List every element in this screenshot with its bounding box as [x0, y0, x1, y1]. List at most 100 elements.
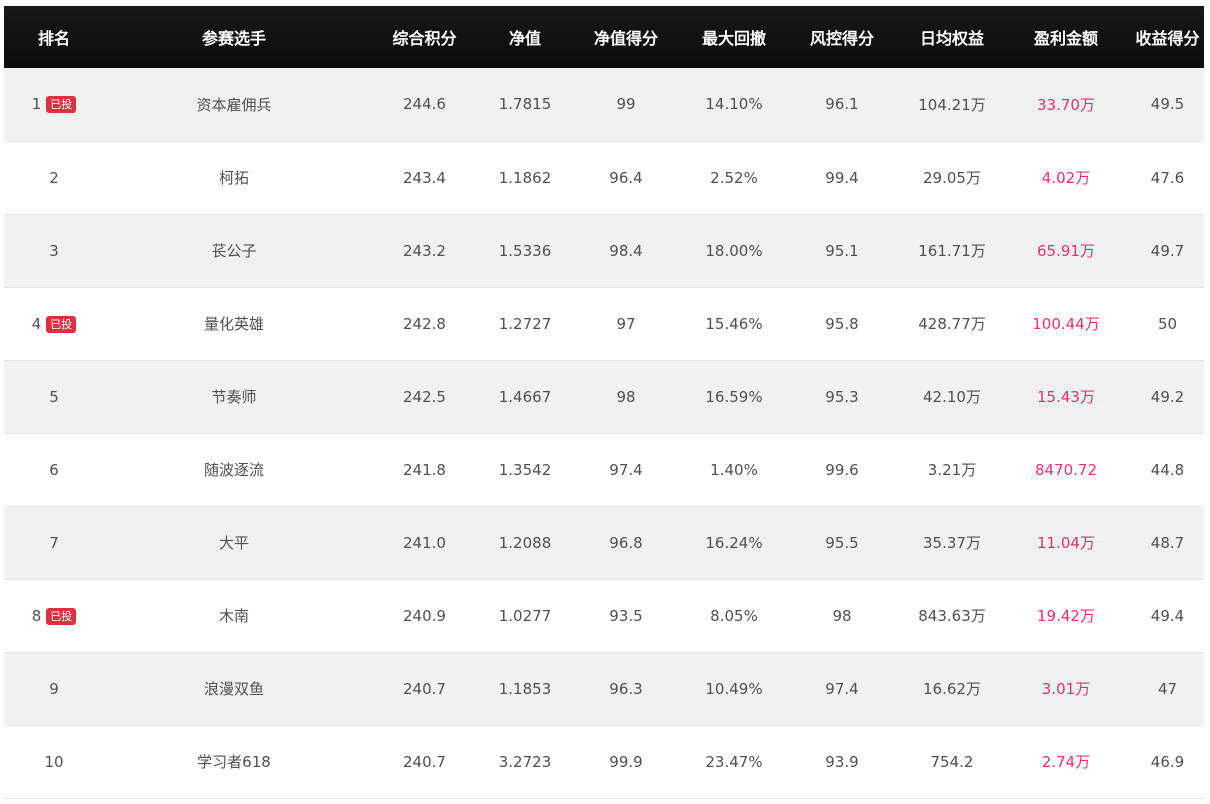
rank-number: 2 — [49, 168, 59, 187]
rank-number: 10 — [44, 752, 64, 771]
player-name-cell[interactable]: 学习者618 — [104, 725, 364, 798]
header-drawdown[interactable]: 最大回撤 — [687, 6, 781, 68]
avg-equity-cell: 3.21万 — [927, 461, 977, 479]
max-drawdown-cell: 23.47% — [705, 752, 763, 771]
nav-value-cell: 1.5336 — [498, 241, 552, 260]
table-row[interactable]: 9 浪漫双鱼 240.7 1.1853 96.3 10.49% 97.4 16.62万 3.01… — [4, 652, 1204, 725]
return-score-cell: 49.4 — [1150, 606, 1185, 625]
ranking-table-container: 排名 参赛选手 综合积分 净值 净值得分 最大回撤 风控得分 日均权益 盈利金额… — [4, 6, 1204, 799]
header-nav-score[interactable]: 净值得分 — [565, 6, 687, 68]
player-name-cell[interactable]: 浪漫双鱼 — [104, 652, 364, 725]
rank-cell: 2 — [4, 141, 104, 214]
max-drawdown-cell: 14.10% — [705, 95, 763, 114]
max-drawdown-cell: 10.49% — [705, 679, 763, 698]
return-score-cell: 47 — [1157, 679, 1178, 698]
nav-value-cell: 1.1853 — [498, 679, 552, 698]
player-name-cell[interactable]: 木南 — [104, 579, 364, 652]
table-row[interactable]: 10 学习者618 240.7 3.2723 99.9 23.47% 93.9 754.2 2.… — [4, 725, 1204, 798]
total-score-cell: 242.5 — [403, 387, 446, 406]
return-score-cell: 49.5 — [1150, 95, 1185, 114]
player-name-cell[interactable]: 随波逐流 — [104, 433, 364, 506]
player-name-cell[interactable]: 柯拓 — [104, 141, 364, 214]
return-score-cell: 46.9 — [1150, 752, 1185, 771]
profit-amount-cell: 2.74万 — [1041, 753, 1091, 771]
header-score[interactable]: 综合积分 — [364, 6, 485, 68]
risk-score-cell: 99.4 — [825, 168, 859, 187]
table-row[interactable]: 2 柯拓 243.4 1.1862 96.4 2.52% 99.4 29.05万 4.02万 47… — [4, 141, 1204, 214]
nav-score-cell: 97.4 — [609, 460, 643, 479]
return-score-cell: 47.6 — [1150, 168, 1185, 187]
rank-cell: 3 — [4, 214, 104, 287]
nav-score-cell: 98 — [616, 387, 636, 406]
header-avg-equity[interactable]: 日均权益 — [903, 6, 1001, 68]
nav-score-cell: 96.8 — [609, 533, 643, 552]
profit-amount-cell: 3.01万 — [1041, 680, 1091, 698]
nav-score-cell: 96.4 — [609, 168, 643, 187]
header-return-score[interactable]: 收益得分 — [1131, 6, 1204, 68]
avg-equity-cell: 35.37万 — [923, 534, 981, 552]
profit-amount-cell: 8470.72 — [1034, 460, 1098, 479]
nav-value-cell: 1.7815 — [498, 95, 552, 114]
total-score-cell: 242.8 — [403, 314, 446, 333]
rank-number: 8 — [31, 606, 42, 625]
risk-score-cell: 95.5 — [825, 533, 859, 552]
table-row[interactable]: 1 已投 资本雇佣兵 244.6 1.7815 99 14.10% 96.1 104.21万 33… — [4, 68, 1204, 141]
nav-score-cell: 93.5 — [609, 606, 643, 625]
table-row[interactable]: 5 节奏师 242.5 1.4667 98 16.59% 95.3 42.10万 15.43万 4… — [4, 360, 1204, 433]
rank-number: 4 — [31, 314, 42, 333]
rank-cell: 4 已投 — [4, 287, 104, 360]
risk-score-cell: 96.1 — [825, 95, 859, 114]
risk-score-cell: 97.4 — [825, 679, 859, 698]
player-name-cell[interactable]: 节奏师 — [104, 360, 364, 433]
header-risk-score[interactable]: 风控得分 — [781, 6, 903, 68]
invested-badge: 已投 — [46, 315, 77, 333]
player-name-cell[interactable]: 大平 — [104, 506, 364, 579]
total-score-cell: 243.2 — [403, 241, 446, 260]
risk-score-cell: 95.8 — [825, 314, 859, 333]
max-drawdown-cell: 18.00% — [705, 241, 763, 260]
header-profit[interactable]: 盈利金额 — [1001, 6, 1131, 68]
rank-cell: 6 — [4, 433, 104, 506]
avg-equity-cell: 104.21万 — [918, 95, 986, 114]
rank-cell: 8 已投 — [4, 579, 104, 652]
table-row[interactable]: 6 随波逐流 241.8 1.3542 97.4 1.40% 99.6 3.21万 8470.7… — [4, 433, 1204, 506]
avg-equity-cell: 161.71万 — [918, 242, 986, 260]
total-score-cell: 243.4 — [403, 168, 446, 187]
header-nav[interactable]: 净值 — [485, 6, 565, 68]
avg-equity-cell: 42.10万 — [923, 388, 981, 406]
table-row[interactable]: 7 大平 241.0 1.2088 96.8 16.24% 95.5 35.37万 11.04万… — [4, 506, 1204, 579]
profit-amount-cell: 100.44万 — [1032, 315, 1100, 333]
player-name-cell[interactable]: 量化英雄 — [104, 287, 364, 360]
nav-value-cell: 1.4667 — [498, 387, 552, 406]
max-drawdown-cell: 16.59% — [705, 387, 763, 406]
avg-equity-cell: 754.2 — [930, 752, 974, 771]
total-score-cell: 241.8 — [403, 460, 446, 479]
table-row[interactable]: 8 已投 木南 240.9 1.0277 93.5 8.05% 98 843.63万 19.42万… — [4, 579, 1204, 652]
nav-score-cell: 96.3 — [609, 679, 643, 698]
player-name-cell[interactable]: 资本雇佣兵 — [104, 68, 364, 141]
nav-score-cell: 99 — [616, 95, 636, 114]
header-player[interactable]: 参赛选手 — [104, 6, 364, 68]
table-row[interactable]: 4 已投 量化英雄 242.8 1.2727 97 15.46% 95.8 428.77万 100… — [4, 287, 1204, 360]
total-score-cell: 241.0 — [403, 533, 446, 552]
avg-equity-cell: 428.77万 — [918, 315, 986, 333]
rank-number: 5 — [49, 387, 59, 406]
nav-value-cell: 1.2727 — [498, 314, 552, 333]
rank-number: 7 — [49, 533, 59, 552]
profit-amount-cell: 15.43万 — [1037, 388, 1095, 406]
max-drawdown-cell: 8.05% — [710, 606, 758, 625]
ranking-table: 排名 参赛选手 综合积分 净值 净值得分 最大回撤 风控得分 日均权益 盈利金额… — [4, 6, 1204, 799]
rank-cell: 9 — [4, 652, 104, 725]
header-rank[interactable]: 排名 — [4, 6, 104, 68]
risk-score-cell: 98 — [832, 606, 852, 625]
profit-amount-cell: 65.91万 — [1037, 242, 1095, 260]
player-name-cell[interactable]: 苌公子 — [104, 214, 364, 287]
profit-amount-cell: 4.02万 — [1041, 169, 1091, 187]
nav-score-cell: 98.4 — [609, 241, 643, 260]
profit-amount-cell: 11.04万 — [1037, 534, 1095, 552]
nav-value-cell: 1.0277 — [498, 606, 552, 625]
rank-cell: 5 — [4, 360, 104, 433]
max-drawdown-cell: 2.52% — [710, 168, 758, 187]
table-row[interactable]: 3 苌公子 243.2 1.5336 98.4 18.00% 95.1 161.71万 65.9… — [4, 214, 1204, 287]
invested-badge: 已投 — [46, 607, 77, 625]
